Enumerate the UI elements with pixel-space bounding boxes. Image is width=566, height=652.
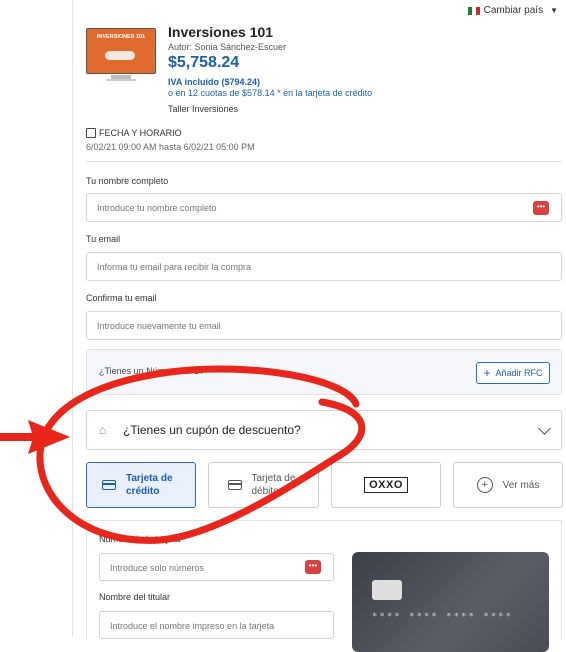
card-holder-placeholder: Introduce el nombre impreso en la tarjet… <box>110 621 275 631</box>
add-rfc-label: Añadir RFC <box>495 368 543 378</box>
red-arrow-annotation <box>0 420 70 454</box>
confirm-email-placeholder: Introduce nuevamente tu email <box>97 321 221 331</box>
product-thumbnail: INVERSIONES 101 <box>86 28 156 83</box>
name-placeholder: Introduce tu nombre completo <box>97 203 217 213</box>
left-divider <box>72 0 73 636</box>
payment-more[interactable]: + Ver más <box>453 462 563 508</box>
card-number-placeholder: Introduce solo números <box>110 563 205 573</box>
confirm-email-field[interactable]: Introduce nuevamente tu email <box>86 311 562 340</box>
email-field[interactable]: Informa tu email para recibir la compra <box>86 252 562 281</box>
payment-debit-label: Tarjeta de débito <box>251 473 296 497</box>
calendar-icon <box>86 128 96 138</box>
product-author: Autor: Sonia Sánchez-Escuer <box>168 42 287 52</box>
workshop-name: Taller Inversiones <box>168 104 239 114</box>
coupon-text: ¿Tienes un cupón de descuento? <box>123 423 301 437</box>
payment-credit-label: Tarjeta de crédito <box>126 473 173 497</box>
section-divider <box>86 161 562 162</box>
payment-oxxo[interactable]: OXXO <box>331 462 441 508</box>
card-number-label: Número de la tarjeta <box>99 534 181 544</box>
password-manager-icon[interactable]: ••• <box>305 560 321 574</box>
card-chip-icon <box>372 580 402 600</box>
card-holder-label: Nombre del titular <box>99 592 171 602</box>
thumbnail-title: INVERSIONES 101 <box>96 34 146 40</box>
schedule-heading: FECHA Y HORARIO <box>86 128 182 138</box>
coupon-toggle[interactable]: ⌂ ¿Tienes un cupón de descuento? <box>86 410 562 450</box>
mexico-flag-icon <box>467 6 480 15</box>
rfc-question: ¿Tienes un Número RFC? <box>99 366 205 376</box>
chevron-down-icon <box>538 422 551 435</box>
payment-more-label: Ver más <box>502 479 540 491</box>
card-preview: **** **** **** **** <box>352 552 549 652</box>
card-holder-field[interactable]: Introduce el nombre impreso en la tarjet… <box>99 611 334 639</box>
schedule-heading-label: FECHA Y HORARIO <box>99 128 182 138</box>
plus-circle-icon: + <box>476 477 493 493</box>
credit-card-icon <box>102 480 116 490</box>
tag-icon: ⌂ <box>99 423 107 437</box>
card-preview-number: **** **** **** **** <box>372 612 513 622</box>
installments-note: o en 12 cuotas de $578.14 * en la tarjet… <box>168 88 373 98</box>
payment-debit-card[interactable]: Tarjeta de débito <box>208 462 319 508</box>
product-price: $5,758.24 <box>168 54 240 71</box>
schedule-range: 6/02/21 09:00 AM hasta 6/02/21 05:00 PM <box>86 142 255 152</box>
email-label: Tu email <box>86 234 121 244</box>
caret-down-icon: ▼ <box>550 6 558 15</box>
country-selector[interactable]: Cambiar país ▼ <box>467 5 558 16</box>
tax-note: IVA incluido ($794.24) <box>168 77 261 87</box>
debit-card-icon <box>227 480 242 490</box>
oxxo-logo: OXXO <box>364 477 408 493</box>
name-label: Tu nombre completo <box>86 176 169 186</box>
product-name: Inversiones 101 <box>168 24 274 40</box>
plus-icon: + <box>483 366 491 380</box>
country-selector-label: Cambiar país <box>483 5 544 16</box>
email-placeholder: Informa tu email para recibir la compra <box>97 262 252 272</box>
password-manager-icon[interactable]: ••• <box>533 201 549 215</box>
rfc-section: ¿Tienes un Número RFC? + Añadir RFC <box>86 349 562 395</box>
confirm-email-label: Confirma tu email <box>86 293 157 303</box>
name-field[interactable]: Introduce tu nombre completo ••• <box>86 193 562 222</box>
add-rfc-button[interactable]: + Añadir RFC <box>476 362 550 384</box>
card-number-field[interactable]: Introduce solo números ••• <box>99 553 334 581</box>
checkout-page: Cambiar país ▼ INVERSIONES 101 Inversion… <box>0 0 566 652</box>
payment-credit-card[interactable]: Tarjeta de crédito <box>86 462 196 508</box>
